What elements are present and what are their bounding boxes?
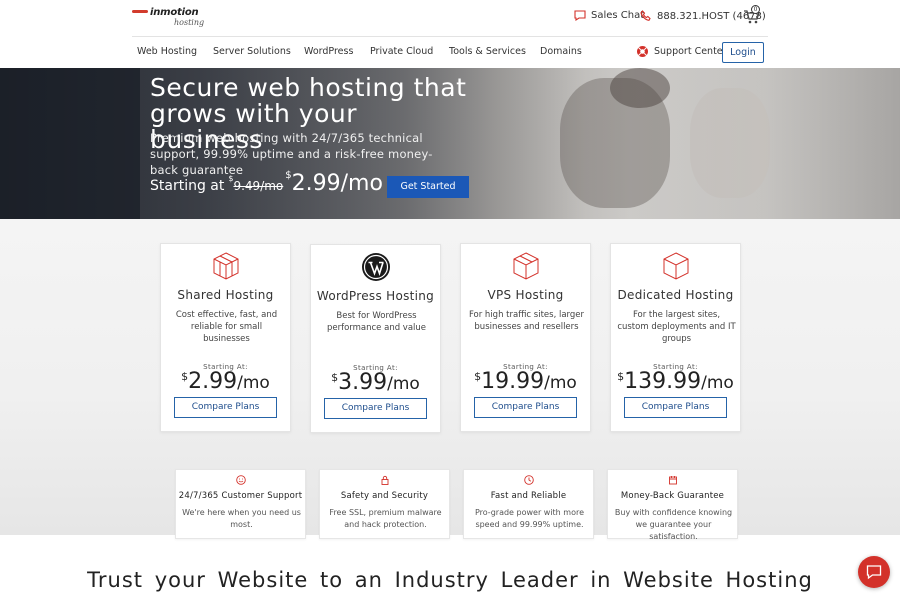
nav-item-private-cloud[interactable]: Private Cloud xyxy=(370,46,433,57)
support-center-label: Support Center xyxy=(654,46,727,57)
phone-icon xyxy=(640,10,651,21)
plan-price-value: 3.99 xyxy=(338,370,388,395)
plan-name: VPS Hosting xyxy=(487,288,564,302)
live-chat-button[interactable] xyxy=(858,556,890,588)
logo-text: inmotion xyxy=(150,7,199,18)
hero-price: Starting at $9.49/mo$2.99/mo xyxy=(150,170,383,196)
feature-title: Money-Back Guarantee xyxy=(620,491,725,501)
feature-description: Free SSL, premium malware and hack prote… xyxy=(329,508,442,529)
chat-bubble-icon xyxy=(574,10,586,21)
smiley-icon xyxy=(235,475,246,485)
plan-price: $139.99/mo xyxy=(611,369,740,394)
plan-price-period: /mo xyxy=(701,373,734,393)
box-icon xyxy=(663,252,688,280)
plan-description: For high traffic sites, larger businesse… xyxy=(468,310,585,332)
nav-item-web-hosting[interactable]: Web Hosting xyxy=(137,46,197,57)
feature-card-security: Safety and Security Free SSL, premium ma… xyxy=(319,469,450,539)
wordpress-icon xyxy=(361,253,390,281)
compare-plans-button[interactable]: Compare Plans xyxy=(324,398,427,419)
sales-chat-label: Sales Chat xyxy=(591,10,645,21)
chat-icon xyxy=(866,565,882,580)
plan-card-shared: Shared Hosting Cost effective, fast, and… xyxy=(160,243,291,432)
plans-section xyxy=(0,219,900,535)
compare-plans-button[interactable]: Compare Plans xyxy=(474,397,577,418)
top-bar: inmotion hosting Sales Chat 888.321.HOST… xyxy=(0,0,900,36)
header-divider xyxy=(132,36,768,37)
plan-price: $19.99/mo xyxy=(461,369,590,394)
plan-card-vps: VPS Hosting For high traffic sites, larg… xyxy=(460,243,591,432)
nav-item-server-solutions[interactable]: Server Solutions xyxy=(213,46,291,57)
plan-description: For the largest sites, custom deployment… xyxy=(617,310,736,344)
feature-title: Safety and Security xyxy=(340,491,429,501)
lifebuoy-icon xyxy=(637,46,648,57)
plan-price: $2.99/mo xyxy=(161,369,290,394)
cart-count-badge: 0 xyxy=(751,5,760,14)
plan-price-value: 19.99 xyxy=(481,369,545,394)
plan-card-wordpress: WordPress Hosting Best for WordPress per… xyxy=(310,244,441,433)
hero-starting-label: Starting at xyxy=(150,178,225,194)
nav-item-wordpress[interactable]: WordPress xyxy=(304,46,353,57)
box-icon xyxy=(213,252,238,280)
nav-item-tools-services[interactable]: Tools & Services xyxy=(449,46,526,57)
logo[interactable]: inmotion hosting xyxy=(132,7,212,29)
feature-description: Buy with confidence knowing we guarantee… xyxy=(614,508,733,541)
logo-swoosh xyxy=(132,10,148,13)
plan-name: Shared Hosting xyxy=(177,288,274,302)
plan-card-dedicated: Dedicated Hosting For the largest sites,… xyxy=(610,243,741,432)
plan-name: WordPress Hosting xyxy=(316,289,435,303)
feature-title: 24/7/365 Customer Support xyxy=(178,491,303,501)
compare-plans-button[interactable]: Compare Plans xyxy=(174,397,277,418)
compare-plans-button[interactable]: Compare Plans xyxy=(624,397,727,418)
hero-new-price: 2.99/mo xyxy=(291,171,383,196)
plan-price-period: /mo xyxy=(544,373,577,393)
sales-chat-link[interactable]: Sales Chat xyxy=(574,10,644,21)
plan-price-period: /mo xyxy=(237,373,270,393)
plan-price-period: /mo xyxy=(387,374,420,394)
login-button[interactable]: Login xyxy=(722,42,764,63)
get-started-button[interactable]: Get Started xyxy=(387,176,469,198)
plan-price: $3.99/mo xyxy=(311,370,440,395)
feature-title: Fast and Reliable xyxy=(490,491,567,501)
nav-item-domains[interactable]: Domains xyxy=(540,46,582,57)
feature-card-support: 24/7/365 Customer Support We're here whe… xyxy=(175,469,306,539)
feature-description: Pro-grade power with more speed and 99.9… xyxy=(474,508,585,529)
hero-old-price: 9.49/mo xyxy=(233,179,284,193)
support-center-link[interactable]: Support Center xyxy=(636,45,727,58)
feature-card-guarantee: Money-Back Guarantee Buy with confidence… xyxy=(607,469,738,541)
plan-name: Dedicated Hosting xyxy=(617,288,734,302)
lock-icon xyxy=(381,475,388,485)
plan-price-value: 139.99 xyxy=(624,369,702,394)
feature-card-fast: Fast and Reliable Pro-grade power with m… xyxy=(463,469,594,539)
plan-description: Cost effective, fast, and reliable for s… xyxy=(175,310,278,344)
clock-icon xyxy=(523,475,534,485)
plan-price-value: 2.99 xyxy=(188,369,238,394)
plan-description: Best for WordPress performance and value xyxy=(326,311,427,333)
box-icon xyxy=(513,252,538,280)
feature-description: We're here when you need us most. xyxy=(182,508,301,529)
calendar-icon xyxy=(668,476,677,485)
logo-subtext: hosting xyxy=(174,18,205,27)
trust-heading: Trust your Website to an Industry Leader… xyxy=(87,568,813,592)
